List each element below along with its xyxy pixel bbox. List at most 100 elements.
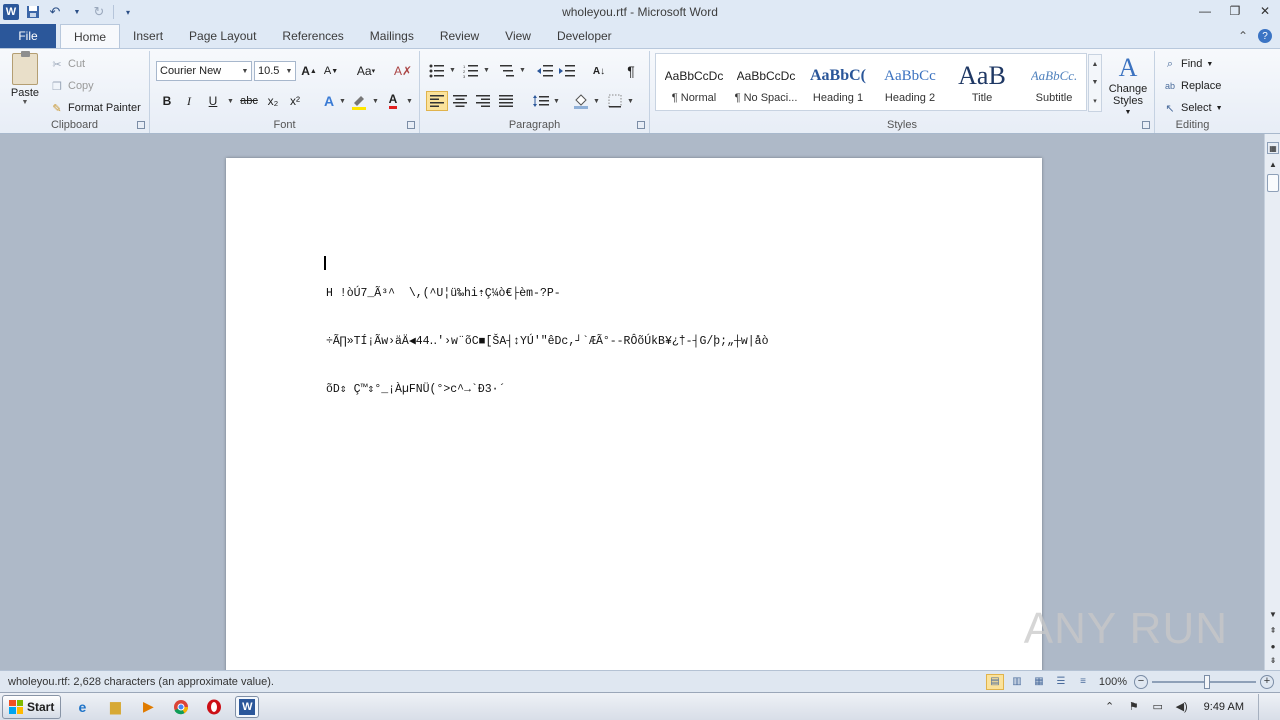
sort-button[interactable]: A↓ (588, 61, 610, 81)
bold-button[interactable]: B (156, 91, 178, 111)
undo-icon[interactable]: ↶ (47, 4, 63, 20)
tab-view[interactable]: View (492, 24, 544, 48)
align-left-button[interactable] (426, 91, 448, 111)
tab-page-layout[interactable]: Page Layout (176, 24, 269, 48)
highlight-button[interactable] (348, 91, 370, 111)
select-button[interactable]: ↖ Select ▼ (1163, 99, 1223, 117)
cut-button[interactable]: ✂ Cut (50, 55, 85, 73)
draft-view-icon[interactable]: ≡ (1074, 674, 1092, 690)
numbering-dropdown-icon[interactable]: ▼ (483, 67, 490, 74)
style-heading-2[interactable]: AaBbCc Heading 2 (874, 56, 946, 108)
document-body[interactable]: H !òÚ7_Ã³^ \,(^U¦ü‰hi⇡Ç¼ò€├èm-?P- ÷Ã∏»TÍ… (326, 254, 866, 430)
change-styles-button[interactable]: A Change Styles ▼ (1104, 53, 1152, 119)
save-icon[interactable] (25, 4, 41, 20)
borders-dropdown-icon[interactable]: ▼ (627, 98, 634, 105)
change-case-button[interactable]: Aa ▾ (352, 61, 380, 81)
numbering-button[interactable]: 123 (460, 61, 482, 81)
zoom-slider[interactable] (1152, 674, 1256, 689)
tab-file[interactable]: File (0, 24, 56, 48)
customize-qat-icon[interactable]: ▾ (120, 4, 136, 20)
font-size-combo[interactable]: 10.5 ▼ (254, 61, 296, 81)
close-button[interactable]: ✕ (1256, 2, 1274, 20)
previous-page-icon[interactable]: ⇞ (1267, 624, 1279, 636)
tab-mailings[interactable]: Mailings (357, 24, 427, 48)
font-color-dropdown-icon[interactable]: ▼ (406, 98, 413, 105)
zoom-in-icon[interactable]: + (1260, 674, 1274, 689)
media-player-icon[interactable]: ▶ (136, 696, 160, 718)
subscript-button[interactable]: x₂ (262, 91, 284, 111)
format-painter-button[interactable]: ✎ Format Painter (50, 99, 140, 117)
paragraph-launcher-icon[interactable] (637, 121, 645, 129)
multilevel-dropdown-icon[interactable]: ▼ (519, 67, 526, 74)
font-color-button[interactable]: A (382, 91, 404, 111)
bullets-dropdown-icon[interactable]: ▼ (449, 67, 456, 74)
action-center-flag-icon[interactable]: ⚑ (1126, 699, 1142, 715)
show-desktop-button[interactable] (1258, 693, 1272, 720)
show-formatting-button[interactable]: ¶ (620, 61, 642, 81)
scrollbar-thumb[interactable] (1267, 174, 1279, 192)
zoom-level[interactable]: 100% (1096, 676, 1130, 688)
bullets-button[interactable] (426, 61, 448, 81)
decrease-indent-button[interactable] (534, 61, 556, 81)
strikethrough-button[interactable]: abc (238, 91, 260, 111)
underline-dropdown-icon[interactable]: ▼ (227, 98, 234, 105)
superscript-button[interactable]: x² (284, 91, 306, 111)
clock[interactable]: 9:49 AM (1204, 701, 1244, 713)
network-icon[interactable]: ▭ (1150, 699, 1166, 715)
minimize-ribbon-icon[interactable]: ⌃ (1238, 29, 1248, 43)
document-page[interactable]: H !òÚ7_Ã³^ \,(^U¦ü‰hi⇡Ç¼ò€├èm-?P- ÷Ã∏»TÍ… (226, 158, 1042, 670)
font-size-dropdown-icon[interactable]: ▼ (283, 68, 295, 75)
scroll-up-icon[interactable]: ▲ (1267, 158, 1279, 170)
maximize-button[interactable]: ❐ (1226, 2, 1244, 20)
start-button[interactable]: Start (2, 694, 62, 719)
full-screen-reading-icon[interactable]: ▥ (1008, 674, 1026, 690)
tab-developer[interactable]: Developer (544, 24, 625, 48)
font-name-dropdown-icon[interactable]: ▼ (239, 68, 251, 75)
shading-dropdown-icon[interactable]: ▼ (593, 98, 600, 105)
justify-button[interactable] (495, 91, 517, 111)
next-page-icon[interactable]: ⇟ (1267, 654, 1279, 666)
document-area[interactable]: H !òÚ7_Ã³^ \,(^U¦ü‰hi⇡Ç¼ò€├èm-?P- ÷Ã∏»TÍ… (0, 134, 1264, 670)
file-explorer-icon[interactable]: ▆ (103, 696, 127, 718)
internet-explorer-icon[interactable]: e (70, 696, 94, 718)
tray-expand-icon[interactable]: ⌃ (1102, 699, 1118, 715)
style-heading-1[interactable]: AaBbC( Heading 1 (802, 56, 874, 108)
vertical-scrollbar[interactable]: ▦ ▲ ▼ ⇞ ● ⇟ (1264, 134, 1280, 670)
volume-icon[interactable]: ◀) (1174, 699, 1190, 715)
underline-button[interactable]: U (202, 91, 224, 111)
minimize-button[interactable]: — (1196, 2, 1214, 20)
replace-button[interactable]: ab Replace (1163, 77, 1221, 95)
outline-view-icon[interactable]: ☰ (1052, 674, 1070, 690)
font-launcher-icon[interactable] (407, 121, 415, 129)
text-effects-button[interactable]: A (318, 91, 340, 111)
find-dropdown-icon[interactable]: ▼ (1206, 61, 1213, 68)
line-spacing-dropdown-icon[interactable]: ▼ (553, 98, 560, 105)
styles-launcher-icon[interactable] (1142, 121, 1150, 129)
find-button[interactable]: ⌕ Find ▼ (1163, 55, 1213, 73)
tab-insert[interactable]: Insert (120, 24, 176, 48)
style-normal[interactable]: AaBbCcDc ¶ Normal (658, 56, 730, 108)
clear-formatting-button[interactable]: A✗ (392, 61, 414, 81)
align-center-button[interactable] (449, 91, 471, 111)
highlight-dropdown-icon[interactable]: ▼ (372, 98, 379, 105)
opera-icon[interactable] (202, 696, 226, 718)
style-title[interactable]: AaB Title (946, 56, 1018, 108)
font-name-combo[interactable]: Courier New ▼ (156, 61, 252, 81)
word-logo-icon[interactable]: W (3, 4, 19, 20)
view-ruler-icon[interactable]: ▦ (1267, 142, 1279, 154)
zoom-out-icon[interactable]: − (1134, 674, 1148, 689)
paste-dropdown-icon[interactable]: ▼ (22, 99, 29, 106)
gallery-up-icon[interactable]: ▲ (1092, 61, 1099, 68)
line-spacing-button[interactable] (530, 91, 552, 111)
undo-dropdown-icon[interactable]: ▼ (69, 4, 85, 20)
text-effects-dropdown-icon[interactable]: ▼ (339, 98, 346, 105)
gallery-more-icon[interactable]: ▾ (1093, 97, 1097, 105)
align-right-button[interactable] (472, 91, 494, 111)
print-layout-view-icon[interactable]: ▤ (986, 673, 1004, 690)
scroll-down-icon[interactable]: ▼ (1267, 608, 1279, 620)
redo-icon[interactable]: ↻ (91, 4, 107, 20)
grow-font-button[interactable]: A ▲ (298, 61, 320, 81)
select-dropdown-icon[interactable]: ▼ (1216, 105, 1223, 112)
gallery-down-icon[interactable]: ▼ (1092, 79, 1099, 86)
zoom-slider-thumb[interactable] (1204, 674, 1210, 689)
